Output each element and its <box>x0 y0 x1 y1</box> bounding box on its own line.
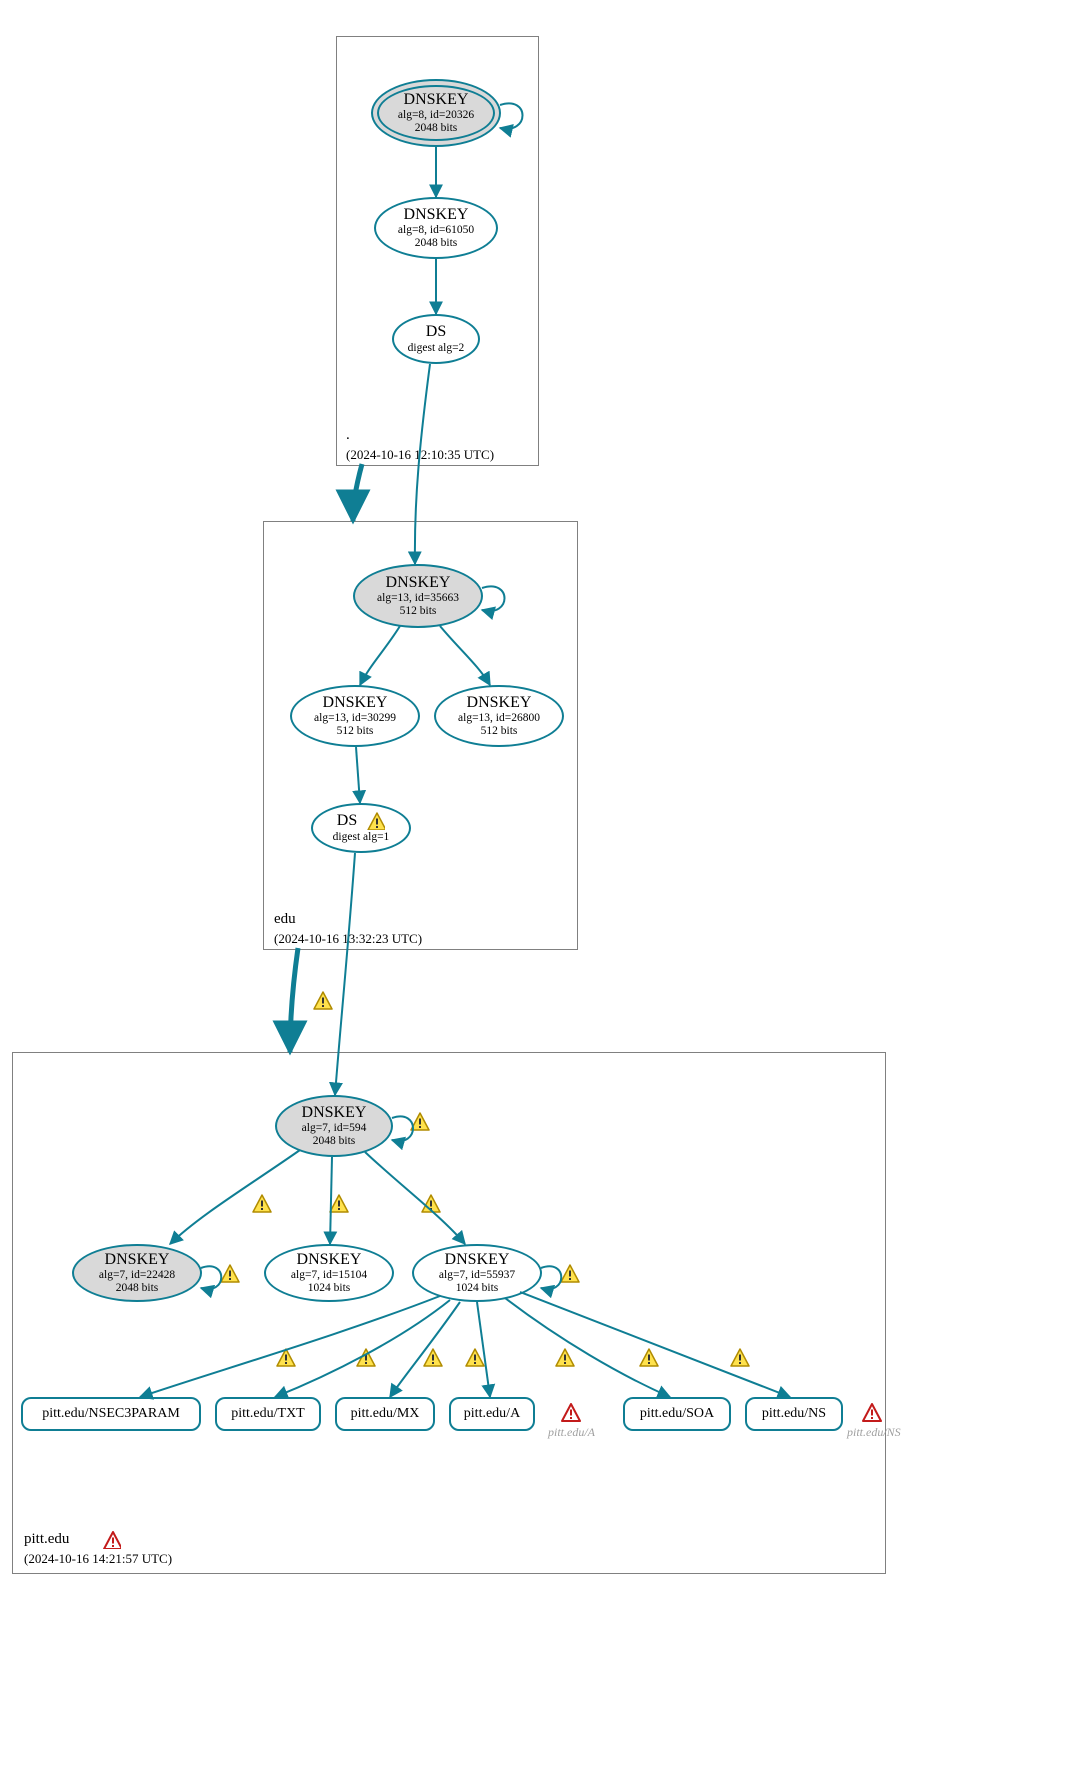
node-root-dnskey-zsk: DNSKEY alg=8, id=61050 2048 bits <box>374 197 498 259</box>
warning-icon <box>220 1264 240 1284</box>
node-root-dnskey-ksk: DNSKEY alg=8, id=20326 2048 bits <box>371 79 501 147</box>
zone-name: . <box>346 427 350 443</box>
node-sub2: 2048 bits <box>415 237 458 250</box>
node-sub1: alg=13, id=26800 <box>458 712 540 725</box>
rr-a: pitt.edu/A <box>449 1397 535 1431</box>
node-sub2: 2048 bits <box>116 1282 159 1295</box>
zone-name: pitt.edu <box>24 1531 69 1547</box>
node-title: DNSKEY <box>404 91 469 109</box>
node-sub2: 2048 bits <box>415 122 458 135</box>
node-title: DNSKEY <box>105 1251 170 1269</box>
error-icon <box>862 1403 882 1423</box>
warning-icon <box>276 1348 296 1368</box>
node-title: DNSKEY <box>386 574 451 592</box>
warning-icon <box>421 1194 441 1214</box>
node-sub1: alg=13, id=30299 <box>314 712 396 725</box>
ghost-rr-ns: pitt.edu/NS <box>847 1425 901 1440</box>
error-icon <box>103 1531 121 1549</box>
zone-label-root: . (2024-10-16 12:10:35 UTC) <box>346 426 494 465</box>
node-title: DS <box>337 812 357 830</box>
zone-timestamp: (2024-10-16 13:32:23 UTC) <box>274 931 422 946</box>
node-pitt-dnskey-ksk: DNSKEY alg=7, id=594 2048 bits <box>275 1095 393 1157</box>
node-root-ds: DS digest alg=2 <box>392 314 480 364</box>
warning-icon <box>639 1348 659 1368</box>
warning-icon <box>423 1348 443 1368</box>
node-edu-dnskey-ksk: DNSKEY alg=13, id=35663 512 bits <box>353 564 483 628</box>
node-sub1: digest alg=2 <box>408 342 465 355</box>
node-title: DNSKEY <box>297 1251 362 1269</box>
rr-mx: pitt.edu/MX <box>335 1397 435 1431</box>
rr-ns: pitt.edu/NS <box>745 1397 843 1431</box>
node-title: DS <box>426 323 446 341</box>
warning-icon <box>329 1194 349 1214</box>
node-sub2: 512 bits <box>481 725 518 738</box>
node-sub1: alg=7, id=594 <box>302 1122 367 1135</box>
node-pitt-dnskey-c: DNSKEY alg=7, id=55937 1024 bits <box>412 1244 542 1302</box>
zone-timestamp: (2024-10-16 14:21:57 UTC) <box>24 1551 172 1566</box>
error-icon <box>561 1403 581 1423</box>
warning-icon <box>410 1112 430 1132</box>
node-sub2: 512 bits <box>337 725 374 738</box>
node-sub1: digest alg=1 <box>333 831 390 844</box>
node-edu-ds: DS digest alg=1 <box>311 803 411 853</box>
node-sub2: 2048 bits <box>313 1135 356 1148</box>
node-title: DNSKEY <box>323 694 388 712</box>
node-sub2: 1024 bits <box>456 1282 499 1295</box>
node-title: DNSKEY <box>302 1104 367 1122</box>
warning-icon <box>356 1348 376 1368</box>
warning-icon <box>252 1194 272 1214</box>
node-edu-dnskey-a: DNSKEY alg=13, id=30299 512 bits <box>290 685 420 747</box>
node-title: DNSKEY <box>404 206 469 224</box>
rr-nsec3param: pitt.edu/NSEC3PARAM <box>21 1397 201 1431</box>
zone-name: edu <box>274 911 296 927</box>
node-sub1: alg=8, id=61050 <box>398 224 474 237</box>
warning-icon <box>367 812 385 830</box>
node-pitt-dnskey-a: DNSKEY alg=7, id=22428 2048 bits <box>72 1244 202 1302</box>
node-title: DNSKEY <box>445 1251 510 1269</box>
node-pitt-dnskey-b: DNSKEY alg=7, id=15104 1024 bits <box>264 1244 394 1302</box>
warning-icon <box>555 1348 575 1368</box>
rr-soa: pitt.edu/SOA <box>623 1397 731 1431</box>
node-sub1: alg=7, id=22428 <box>99 1269 175 1282</box>
node-sub1: alg=8, id=20326 <box>398 109 474 122</box>
ghost-rr-a: pitt.edu/A <box>548 1425 595 1440</box>
zone-label-pitt: pitt.edu (2024-10-16 14:21:57 UTC) <box>24 1530 172 1569</box>
zone-label-edu: edu (2024-10-16 13:32:23 UTC) <box>274 910 422 949</box>
node-sub1: alg=13, id=35663 <box>377 592 459 605</box>
warning-icon <box>465 1348 485 1368</box>
node-sub2: 512 bits <box>400 605 437 618</box>
node-sub1: alg=7, id=15104 <box>291 1269 367 1282</box>
node-title: DNSKEY <box>467 694 532 712</box>
warning-icon <box>313 991 333 1011</box>
zone-box-pitt <box>12 1052 886 1574</box>
node-edu-dnskey-b: DNSKEY alg=13, id=26800 512 bits <box>434 685 564 747</box>
warning-icon <box>560 1264 580 1284</box>
node-sub2: 1024 bits <box>308 1282 351 1295</box>
zone-timestamp: (2024-10-16 12:10:35 UTC) <box>346 447 494 462</box>
node-sub1: alg=7, id=55937 <box>439 1269 515 1282</box>
rr-txt: pitt.edu/TXT <box>215 1397 321 1431</box>
warning-icon <box>730 1348 750 1368</box>
